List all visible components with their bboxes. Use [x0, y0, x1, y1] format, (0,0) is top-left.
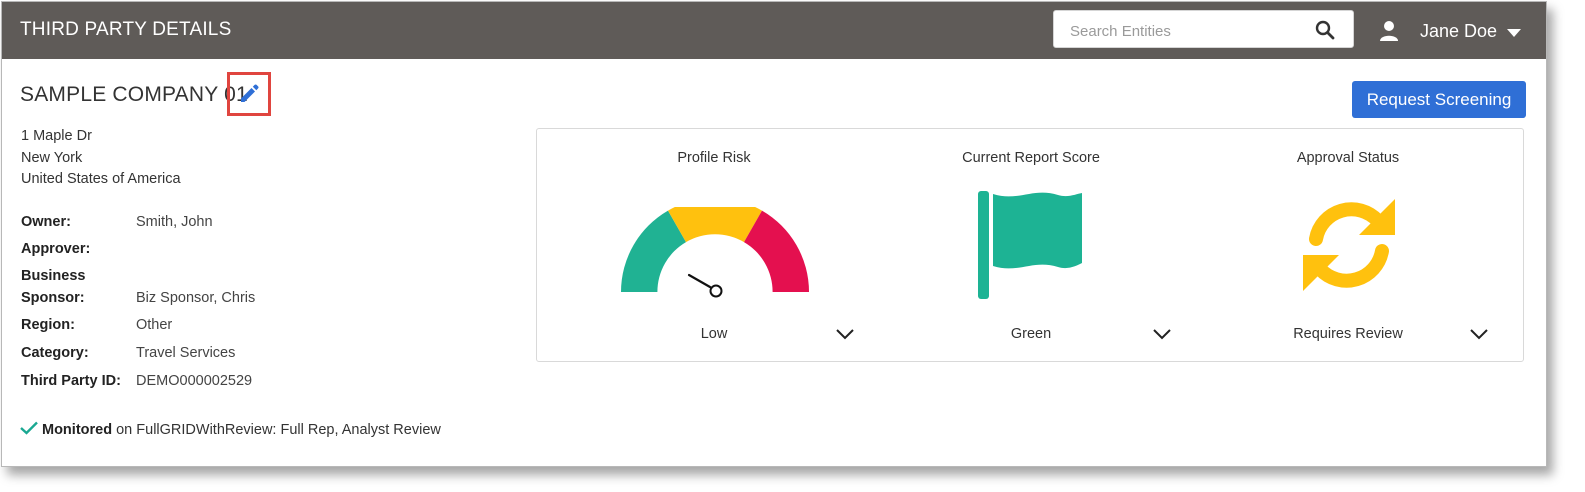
approval-status-card: Approval Status Requires Review [1198, 129, 1498, 361]
chevron-down-icon[interactable] [836, 328, 854, 340]
third-party-id-label: Third Party ID: [21, 373, 121, 389]
third-party-id-value: DEMO000002529 [136, 373, 253, 389]
search-box[interactable] [1053, 10, 1354, 48]
monitoring-status: Monitored on FullGRIDWithReview: Full Re… [20, 421, 441, 438]
owner-label: Owner: [21, 214, 71, 230]
owner-value: Smith, John [136, 214, 213, 230]
report-score-value: Green [1010, 326, 1052, 342]
page-title: THIRD PARTY DETAILS [20, 19, 232, 40]
risk-summary-panel: Profile Risk Low Current Report Score Gr… [536, 128, 1524, 362]
caret-down-icon[interactable] [1507, 28, 1521, 38]
company-name: SAMPLE COMPANY 01 [20, 83, 248, 106]
chevron-down-icon[interactable] [1470, 328, 1488, 340]
address-line-2: New York [21, 150, 83, 166]
approver-label: Approver: [21, 241, 91, 257]
risk-gauge-icon [621, 207, 809, 298]
request-screening-button[interactable]: Request Screening [1352, 81, 1526, 118]
top-bar: THIRD PARTY DETAILS Jane Doe [2, 2, 1546, 59]
profile-risk-card: Profile Risk Low [564, 129, 864, 361]
search-icon[interactable] [1315, 20, 1335, 40]
approval-status-title: Approval Status [1296, 150, 1400, 166]
report-score-card: Current Report Score Green [881, 129, 1181, 361]
refresh-icon [1303, 199, 1395, 291]
region-value: Other [136, 317, 173, 333]
edit-company-button[interactable] [227, 72, 271, 116]
approval-status-value: Requires Review [1293, 326, 1403, 342]
search-input[interactable] [1068, 20, 1312, 42]
monitoring-plan: on FullGRIDWithReview: Full Rep, Analyst… [116, 422, 441, 438]
business-label: Business [21, 268, 86, 284]
profile-risk-value: Low [700, 326, 728, 342]
monitored-label: Monitored [42, 422, 113, 438]
check-icon [20, 421, 38, 435]
profile-risk-title: Profile Risk [677, 150, 751, 166]
address-line-1: 1 Maple Dr [21, 128, 92, 144]
flag-icon [978, 191, 1082, 299]
chevron-down-icon[interactable] [1153, 328, 1171, 340]
category-label: Category: [21, 345, 89, 361]
address-line-3: United States of America [21, 171, 181, 187]
pencil-icon [241, 84, 259, 102]
user-icon [1380, 21, 1398, 41]
sponsor-value: Biz Sponsor, Chris [136, 290, 256, 306]
sponsor-label: Sponsor: [21, 290, 85, 306]
third-party-details-window: THIRD PARTY DETAILS Jane Doe SAMPLE COMP… [1, 1, 1547, 467]
region-label: Region: [21, 317, 75, 333]
user-name: Jane Doe [1420, 21, 1498, 41]
report-score-title: Current Report Score [962, 150, 1100, 166]
category-value: Travel Services [136, 345, 236, 361]
